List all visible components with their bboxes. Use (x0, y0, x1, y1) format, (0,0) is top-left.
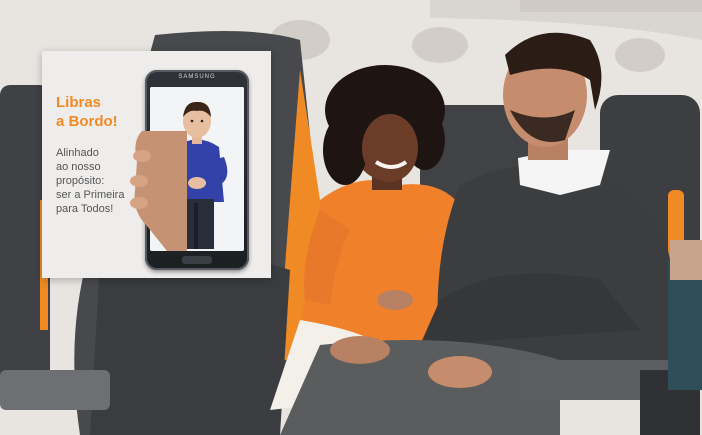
promo-title: Libras a Bordo! (56, 93, 146, 131)
libras-promo-card: Libras a Bordo! Alinhado ao nosso propós… (42, 51, 271, 278)
promo-title-line: Libras (56, 94, 102, 111)
hand-icon (130, 131, 187, 251)
promo-title-line: a Bordo! (56, 113, 118, 130)
phone-home-button (182, 256, 212, 264)
phone-brand-label: SAMSUNG (178, 74, 216, 80)
